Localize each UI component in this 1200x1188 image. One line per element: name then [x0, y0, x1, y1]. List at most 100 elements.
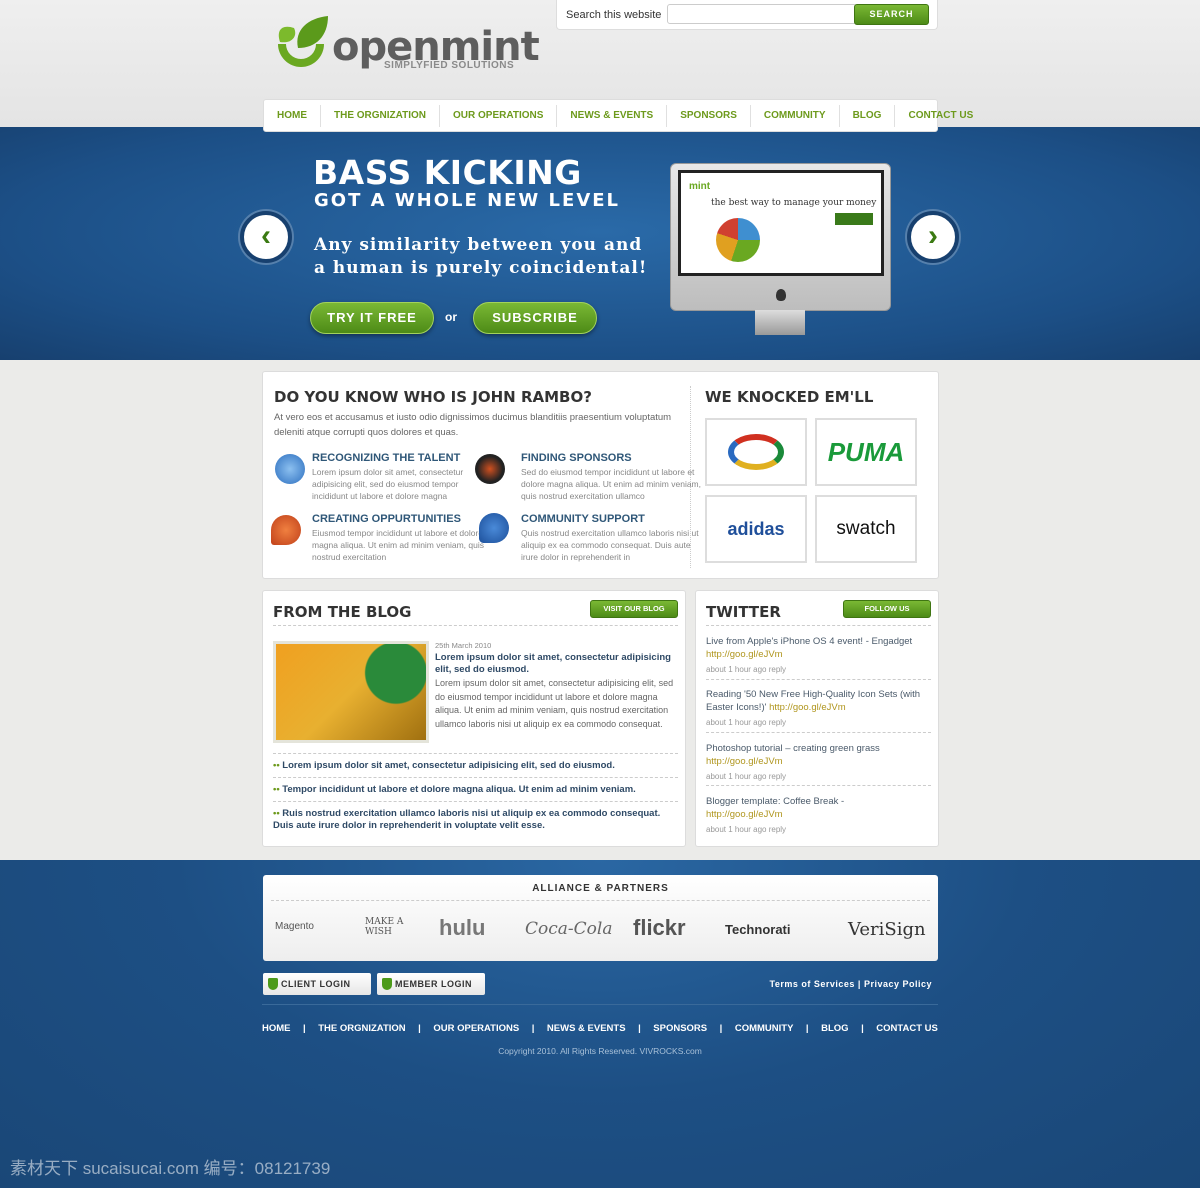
search-label: Search this website — [566, 9, 662, 21]
footer-nav-operations[interactable]: OUR OPERATIONS — [433, 1023, 519, 1034]
sponsor-logo-adidas[interactable]: adidas — [705, 495, 807, 563]
tweet-link[interactable]: http://goo.gl/eJVm — [706, 809, 783, 820]
sponsor-logo-rings[interactable] — [705, 418, 807, 486]
divider — [706, 732, 931, 733]
copyright: Copyright 2010. All Rights Reserved. VIV… — [498, 1046, 702, 1056]
client-login-button[interactable]: CLIENT LOGIN — [263, 973, 371, 995]
partner-hulu[interactable]: hulu — [439, 915, 485, 941]
tweet: Live from Apple's iPhone OS 4 event! - E… — [706, 635, 931, 676]
next-slide-arrow-icon[interactable]: › — [907, 211, 959, 263]
tweet-meta[interactable]: about 1 hour ago reply — [706, 770, 931, 783]
hero-subtitle: GOT A WHOLE NEW LEVEL — [314, 190, 621, 211]
search-input[interactable] — [667, 4, 857, 24]
footer-nav-home[interactable]: HOME — [262, 1023, 291, 1034]
blog-link[interactable]: •• Lorem ipsum dolor sit amet, consectet… — [273, 760, 678, 772]
logo-leaf-icon[interactable] — [272, 14, 330, 84]
nav-organization[interactable]: THE ORGNIZATION — [321, 104, 441, 127]
partner-technorati[interactable]: Technorati — [725, 922, 791, 937]
tweet-text: Blogger template: Coffee Break - — [706, 796, 845, 807]
blog-link-text[interactable]: Ruis nostrud exercitation ullamco labori… — [273, 808, 660, 831]
blog-link-text[interactable]: Tempor incididunt ut labore et dolore ma… — [282, 784, 636, 795]
tweet-link[interactable]: http://goo.gl/eJVm — [706, 649, 783, 660]
tweet-text: Live from Apple's iPhone OS 4 event! - E… — [706, 636, 913, 647]
footer-nav-news-events[interactable]: NEWS & EVENTS — [547, 1023, 626, 1034]
client-login-label: CLIENT LOGIN — [281, 979, 351, 989]
sponsor-logo-puma[interactable]: PUMA — [815, 418, 917, 486]
nav-community[interactable]: COMMUNITY — [751, 104, 840, 127]
screen-headline: the best way to manage your money — [711, 198, 877, 208]
about-intro: At vero eos et accusamus et iusto odio d… — [274, 412, 672, 438]
bullet-icon: •• — [273, 784, 283, 795]
divider — [706, 679, 931, 680]
partner-flickr[interactable]: flickr — [633, 915, 686, 941]
prev-slide-arrow-icon[interactable]: ‹ — [240, 211, 292, 263]
speech-bubble-icon — [479, 513, 509, 543]
rings-logo-icon — [728, 434, 784, 470]
blog-link[interactable]: •• Tempor incididunt ut labore et dolore… — [273, 784, 678, 796]
footer-nav-contact[interactable]: CONTACT US — [876, 1023, 938, 1034]
screen-signup-box — [835, 213, 873, 225]
tweet: Reading '50 New Free High-Quality Icon S… — [706, 688, 931, 729]
nav-operations[interactable]: OUR OPERATIONS — [440, 104, 558, 127]
separator: | — [719, 1023, 723, 1034]
blog-thumbnail-image[interactable] — [273, 641, 429, 743]
search-button[interactable]: SEARCH — [854, 4, 929, 25]
separator: | — [638, 1023, 641, 1034]
separator: | — [857, 979, 861, 989]
watermark: 素材天下 sucaisucai.com 编号：08121739 — [10, 1159, 331, 1178]
nav-contact[interactable]: CONTACT US — [895, 105, 986, 127]
separator: | — [418, 1023, 421, 1034]
screen-brand: mint — [689, 181, 711, 192]
tweet-meta[interactable]: about 1 hour ago reply — [706, 823, 931, 836]
nav-home[interactable]: HOME — [264, 104, 321, 127]
privacy-link[interactable]: Privacy Policy — [864, 979, 932, 989]
shield-icon — [268, 978, 278, 990]
monitor-stand — [755, 310, 805, 335]
partner-verisign[interactable]: VeriSign — [848, 919, 926, 940]
blog-link[interactable]: •• Ruis nostrud exercitation ullamco lab… — [273, 808, 678, 832]
partner-magento[interactable]: Magento — [275, 921, 314, 932]
tweet-link[interactable]: http://goo.gl/eJVm — [706, 756, 783, 767]
logo-tagline: SIMPLYFIED SOLUTIONS — [384, 60, 515, 71]
blog-box: FROM THE BLOG VISIT OUR BLOG 25th March … — [262, 590, 686, 847]
footer-nav-sponsors[interactable]: SPONSORS — [653, 1023, 707, 1034]
tweet: Photoshop tutorial – creating green gras… — [706, 742, 931, 783]
footer-nav-blog[interactable]: BLOG — [821, 1023, 848, 1034]
partners-title: ALLIANCE & PARTNERS — [532, 883, 669, 894]
divider — [262, 1004, 938, 1005]
terms-link[interactable]: Terms of Services — [770, 979, 855, 989]
partner-coca-cola[interactable]: Coca-Cola — [525, 919, 612, 939]
member-login-button[interactable]: MEMBER LOGIN — [377, 973, 485, 995]
partner-make-a-wish[interactable]: MAKE A WISH — [365, 917, 415, 937]
nav-sponsors[interactable]: SPONSORS — [667, 104, 751, 127]
footer-nav-community[interactable]: COMMUNITY — [735, 1023, 794, 1034]
divider — [273, 801, 678, 802]
feature-title: COMMUNITY SUPPORT — [521, 513, 645, 525]
twitter-box: TWITTER FOLLOW US Live from Apple's iPho… — [695, 590, 939, 847]
nav-blog[interactable]: BLOG — [840, 104, 896, 127]
main-nav: HOME THE ORGNIZATION OUR OPERATIONS NEWS… — [263, 99, 973, 132]
divider — [706, 785, 931, 786]
nav-news-events[interactable]: NEWS & EVENTS — [557, 104, 668, 127]
divider — [271, 900, 930, 901]
sponsor-logo-swatch[interactable]: swatch — [815, 495, 917, 563]
blog-post-title[interactable]: Lorem ipsum dolor sit amet, consectetur … — [435, 652, 678, 676]
follow-us-button[interactable]: FOLLOW US — [843, 600, 931, 618]
visit-blog-button[interactable]: VISIT OUR BLOG — [590, 600, 678, 618]
try-free-button[interactable]: TRY IT FREE — [310, 302, 434, 334]
tweet-link[interactable]: http://goo.gl/eJVm — [769, 702, 846, 713]
subscribe-button[interactable]: SUBSCRIBE — [473, 302, 597, 334]
feature-item: CREATING OPPURTUNITIES Eiusmod tempor inc… — [312, 513, 492, 563]
apple-logo-icon — [776, 289, 786, 301]
blog-link-text[interactable]: Lorem ipsum dolor sit amet, consectetur … — [282, 760, 615, 771]
blog-title: FROM THE BLOG — [273, 603, 412, 621]
footer-nav-organization[interactable]: THE ORGNIZATION — [318, 1023, 405, 1034]
divider — [273, 753, 678, 754]
tweet-meta[interactable]: about 1 hour ago reply — [706, 716, 931, 729]
tweet-text: Photoshop tutorial – creating green gras… — [706, 743, 880, 754]
about-title: DO YOU KNOW WHO IS JOHN RAMBO? — [274, 388, 592, 406]
blog-post-text: Lorem ipsum dolor sit amet, consectetur … — [435, 678, 674, 729]
shield-icon — [382, 978, 392, 990]
tweet-meta[interactable]: about 1 hour ago reply — [706, 663, 931, 676]
footer-nav: HOME | THE ORGNIZATION | OUR OPERATIONS | N… — [262, 1023, 938, 1034]
